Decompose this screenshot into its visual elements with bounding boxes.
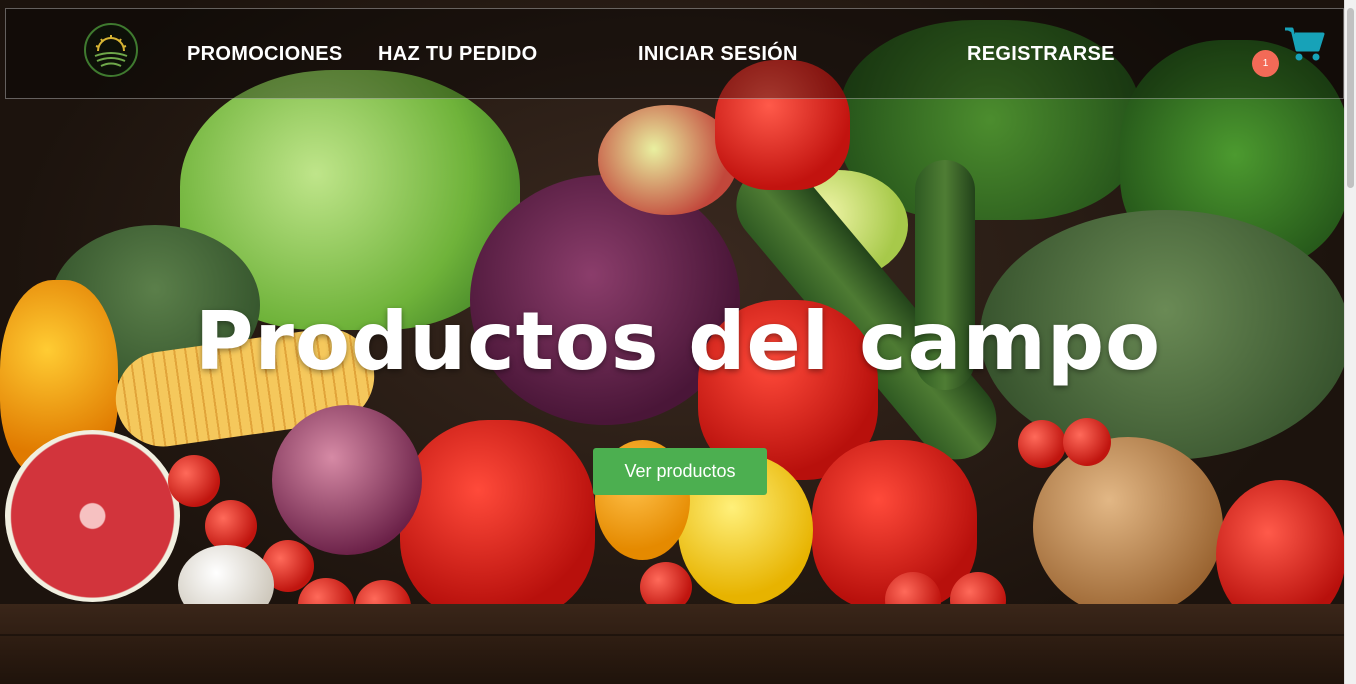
tomato-image	[205, 500, 257, 552]
scrollbar-thumb[interactable]	[1347, 8, 1354, 188]
grapefruit-image	[5, 430, 180, 602]
nav-link-promociones[interactable]: PROMOCIONES	[187, 43, 343, 66]
page-scrollbar[interactable]	[1344, 0, 1356, 684]
top-navbar: PROMOCIONES HAZ TU PEDIDO INICIAR SESIÓN…	[5, 8, 1344, 99]
nav-link-iniciar-sesion[interactable]: INICIAR SESIÓN	[638, 43, 798, 66]
potato-image	[1033, 437, 1223, 617]
sunrise-field-logo-icon[interactable]	[84, 23, 138, 77]
wooden-board	[0, 604, 1345, 684]
red-pepper-image	[400, 420, 595, 620]
tomato-image	[168, 455, 220, 507]
hero-title: Productos del campo	[194, 295, 1162, 388]
tomato-image	[1018, 420, 1066, 468]
nav-link-haz-tu-pedido[interactable]: HAZ TU PEDIDO	[378, 43, 537, 66]
tomato-image	[1063, 418, 1111, 466]
shopping-cart-icon[interactable]	[1283, 25, 1325, 63]
red-onion-image	[272, 405, 422, 555]
nav-link-registrarse[interactable]: REGISTRARSE	[967, 43, 1115, 66]
cart-count-badge: 1	[1252, 50, 1279, 77]
view-products-button[interactable]: Ver productos	[593, 448, 767, 495]
